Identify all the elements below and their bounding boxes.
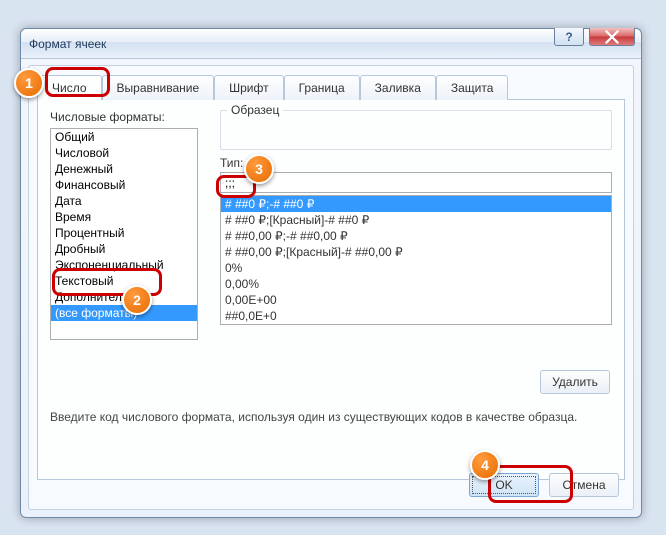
delete-button[interactable]: Удалить	[540, 370, 610, 394]
tabbar: Число Выравнивание Шрифт Граница Заливка…	[37, 74, 625, 100]
help-button[interactable]: ?	[554, 28, 584, 46]
list-item[interactable]: # ##0 ₽;-# ##0 ₽	[221, 196, 611, 212]
tab-font[interactable]: Шрифт	[214, 75, 283, 100]
list-item[interactable]: Дробный	[51, 241, 197, 257]
tab-border[interactable]: Граница	[284, 75, 360, 100]
annotation-badge-1: 1	[14, 68, 44, 98]
list-item[interactable]: ##0,0E+0	[221, 308, 611, 324]
tab-number[interactable]: Число	[37, 75, 102, 100]
sample-group: Образец	[220, 110, 612, 150]
list-item[interactable]: Время	[51, 209, 197, 225]
list-item[interactable]: 0,00%	[221, 276, 611, 292]
list-item[interactable]: Общий	[51, 129, 197, 145]
titlebar[interactable]: Формат ячеек ?	[21, 29, 641, 59]
list-item[interactable]: Дата	[51, 193, 197, 209]
list-item[interactable]: Текстовый	[51, 273, 197, 289]
format-cells-dialog: Формат ячеек ? Число Выравнивание Шрифт …	[20, 28, 642, 518]
list-item[interactable]: #" "?/?	[221, 324, 611, 325]
annotation-badge-4: 4	[470, 450, 500, 480]
help-icon: ?	[565, 30, 572, 44]
type-label: Тип:	[220, 156, 612, 170]
tab-alignment[interactable]: Выравнивание	[102, 75, 215, 100]
list-item[interactable]: # ##0,00 ₽;[Красный]-# ##0,00 ₽	[221, 244, 611, 260]
type-listbox[interactable]: # ##0 ₽;-# ##0 ₽ # ##0 ₽;[Красный]-# ##0…	[220, 195, 612, 325]
type-input[interactable]	[220, 172, 612, 193]
close-button[interactable]	[589, 28, 635, 46]
sample-label: Образец	[227, 103, 283, 117]
list-item[interactable]: Числовой	[51, 145, 197, 161]
hint-text: Введите код числового формата, используя…	[50, 410, 577, 424]
list-item[interactable]: 0,00E+00	[221, 292, 611, 308]
tab-protection[interactable]: Защита	[436, 75, 509, 100]
list-item[interactable]: Денежный	[51, 161, 197, 177]
list-item[interactable]: Финансовый	[51, 177, 197, 193]
list-item[interactable]: 0%	[221, 260, 611, 276]
annotation-badge-3: 3	[244, 154, 274, 184]
list-item[interactable]: # ##0 ₽;[Красный]-# ##0 ₽	[221, 212, 611, 228]
close-icon	[605, 30, 619, 44]
list-item[interactable]: Процентный	[51, 225, 197, 241]
dialog-title: Формат ячеек	[29, 37, 106, 51]
annotation-badge-2: 2	[122, 285, 152, 315]
cancel-button[interactable]: Отмена	[549, 473, 619, 497]
list-item[interactable]: Экспоненциальный	[51, 257, 197, 273]
tab-fill[interactable]: Заливка	[360, 75, 436, 100]
client-area: Число Выравнивание Шрифт Граница Заливка…	[28, 65, 634, 510]
number-formats-label: Числовые форматы:	[50, 110, 215, 124]
list-item[interactable]: # ##0,00 ₽;-# ##0,00 ₽	[221, 228, 611, 244]
